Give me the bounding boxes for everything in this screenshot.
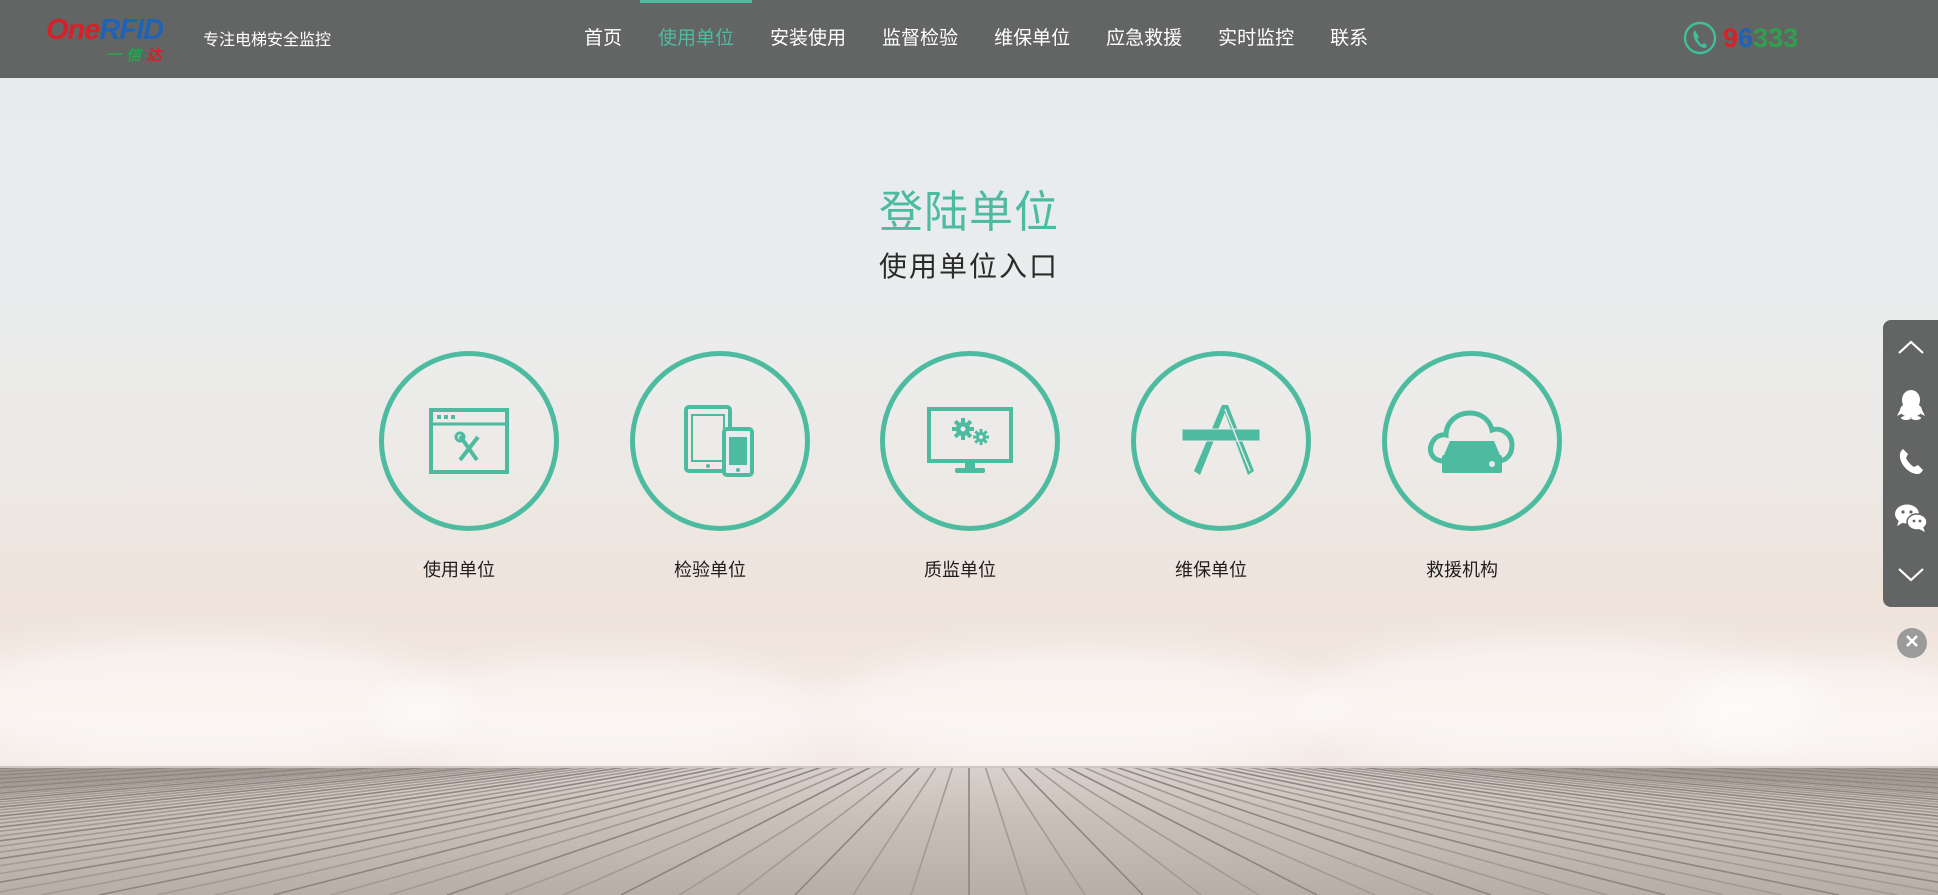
nav-item-home[interactable]: 首页	[566, 0, 640, 78]
entry-label: 质监单位	[924, 560, 996, 581]
site-slogan: 专注电梯安全监控	[203, 30, 332, 49]
entry-label: 救援机构	[1426, 560, 1498, 581]
wechat-icon	[1894, 503, 1928, 537]
close-icon	[1904, 633, 1920, 653]
cloud-storage-icon	[1424, 403, 1520, 479]
nav-item-contact[interactable]: 联系	[1312, 0, 1386, 78]
entry-label: 维保单位	[1175, 560, 1247, 581]
phone-icon	[1683, 21, 1717, 55]
main-nav: 首页 使用单位 安装使用 监督检验 维保单位 应急救援 实时监控 联系	[566, 0, 1386, 78]
onerfid-logo[interactable]: OneRFID 一 信 达	[46, 14, 186, 64]
qq-button[interactable]	[1883, 377, 1938, 434]
logo-word-rfid: RFID	[99, 14, 164, 46]
hotline-number: 96333	[1723, 22, 1799, 53]
qq-icon	[1896, 388, 1926, 424]
monitor-gears-icon	[925, 405, 1015, 477]
tablet-phone-icon	[680, 401, 760, 481]
nav-item-emergency[interactable]: 应急救援	[1088, 0, 1200, 78]
floating-toolbar	[1883, 320, 1938, 607]
page-subtitle: 使用单位入口	[878, 250, 1059, 283]
nav-item-maintenance[interactable]: 维保单位	[976, 0, 1088, 78]
phone-icon	[1896, 446, 1926, 480]
app-store-icon	[1178, 401, 1264, 481]
entry-label: 检验单位	[674, 560, 746, 581]
hotline[interactable]: 96333	[1683, 20, 1798, 56]
entry-user-unit[interactable]: 使用单位	[379, 351, 559, 581]
entry-rescue-org[interactable]: 救援机构	[1382, 351, 1562, 581]
nav-item-monitoring[interactable]: 实时监控	[1200, 0, 1312, 78]
wechat-button[interactable]	[1883, 491, 1938, 548]
toolbar-close-button[interactable]	[1897, 628, 1927, 658]
entry-maintenance-unit[interactable]: 维保单位	[1131, 351, 1311, 581]
phone-button[interactable]	[1883, 434, 1938, 491]
logo-sub-b: 信	[126, 46, 142, 64]
top-header: OneRFID 一 信 达 专注电梯安全监控 首页 使用单位 安装使用 监督检验…	[0, 0, 1938, 78]
wooden-floor	[0, 766, 1938, 895]
nav-item-user-unit[interactable]: 使用单位	[640, 0, 753, 78]
window-tools-icon	[427, 406, 511, 476]
scroll-up-button[interactable]	[1883, 320, 1938, 377]
chevron-up-icon	[1897, 339, 1925, 359]
entry-inspection-unit[interactable]: 检验单位	[630, 351, 810, 581]
entry-quality-unit[interactable]: 质监单位	[880, 351, 1060, 581]
page-title: 登陆单位	[879, 187, 1059, 238]
chevron-down-icon	[1897, 567, 1925, 587]
scroll-down-button[interactable]	[1883, 548, 1938, 605]
logo-sub-c: 达	[146, 46, 162, 64]
entry-label: 使用单位	[423, 560, 495, 581]
nav-item-installation[interactable]: 安装使用	[752, 0, 864, 78]
logo-sub-a: 一	[106, 46, 122, 64]
nav-item-inspection[interactable]: 监督检验	[864, 0, 976, 78]
logo-word-one: One	[46, 14, 100, 46]
